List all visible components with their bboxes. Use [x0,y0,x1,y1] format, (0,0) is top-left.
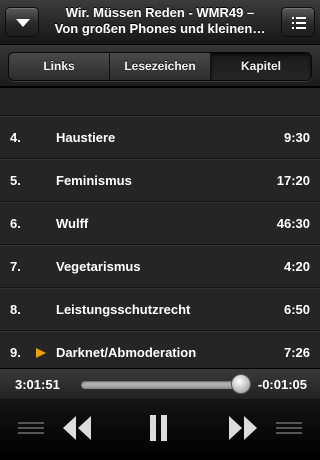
list-item-current[interactable]: 9. Darknet/Abmoderation 7:26 [0,331,320,368]
list-item[interactable]: 5. Feminismus 17:20 [0,159,320,202]
collapse-button[interactable] [5,7,39,37]
chapter-title: Darknet/Abmoderation [56,345,197,360]
pause-icon[interactable] [148,414,170,442]
chapter-title: Haustiere [56,130,116,145]
scrubber-bar: 3:01:51 -0:01:05 [0,368,320,399]
chapter-list[interactable]: 4. Haustiere 9:30 5. Feminismus 17:20 6.… [0,88,320,368]
tab-kapitel[interactable]: Kapitel [211,53,311,80]
tab-bar: Links Lesezeichen Kapitel [0,45,320,87]
chapter-duration: 4:20 [283,259,310,274]
episode-title-line2: Von großen Phones und kleinen… [54,21,266,36]
chapter-title: Feminismus [56,173,132,188]
chapter-number: 4. [10,130,21,145]
chapter-number: 9. [10,345,21,360]
tab-lesezeichen[interactable]: Lesezeichen [110,53,211,80]
list-item[interactable]: 7. Vegetarismus 4:20 [0,245,320,288]
episode-title-line1: Wir. Müssen Reden - WMR49 – [65,5,255,20]
chapter-duration: 6:50 [283,302,310,317]
fast-forward-icon[interactable] [228,415,258,441]
elapsed-time: 3:01:51 [15,377,60,392]
chapter-number: 6. [10,216,21,231]
playback-controls [0,399,320,460]
chapter-title: Leistungsschutzrecht [56,302,191,317]
chapter-number: 5. [10,173,21,188]
now-playing-icon [36,348,46,358]
tab-links[interactable]: Links [9,53,110,80]
episode-title: Wir. Müssen Reden - WMR49 – Von großen P… [48,5,272,37]
chapter-duration: 7:26 [283,345,310,360]
segmented-control: Links Lesezeichen Kapitel [8,52,312,81]
handle-lines-icon[interactable] [276,420,302,436]
list-item[interactable]: 6. Wulff 46:30 [0,202,320,245]
list-item[interactable]: 4. Haustiere 9:30 [0,116,320,159]
handle-lines-icon[interactable] [18,420,44,436]
chapter-number: 7. [10,259,21,274]
remaining-time: -0:01:05 [257,377,307,392]
scrubber-thumb[interactable] [231,374,252,394]
chevron-down-icon [16,19,30,27]
list-item[interactable]: 8. Leistungsschutzrecht 6:50 [0,288,320,331]
list-icon [292,17,306,29]
chapter-duration: 46:30 [276,216,310,231]
rewind-icon[interactable] [62,415,92,441]
chapter-duration: 9:30 [283,130,310,145]
list-item-partial[interactable] [0,88,320,116]
progress-track[interactable] [81,381,243,389]
list-button[interactable] [281,7,315,37]
title-bar: Wir. Müssen Reden - WMR49 – Von großen P… [0,0,320,45]
chapter-title: Wulff [56,216,89,231]
chapter-title: Vegetarismus [56,259,141,274]
chapter-duration: 17:20 [276,173,310,188]
chapter-number: 8. [10,302,21,317]
